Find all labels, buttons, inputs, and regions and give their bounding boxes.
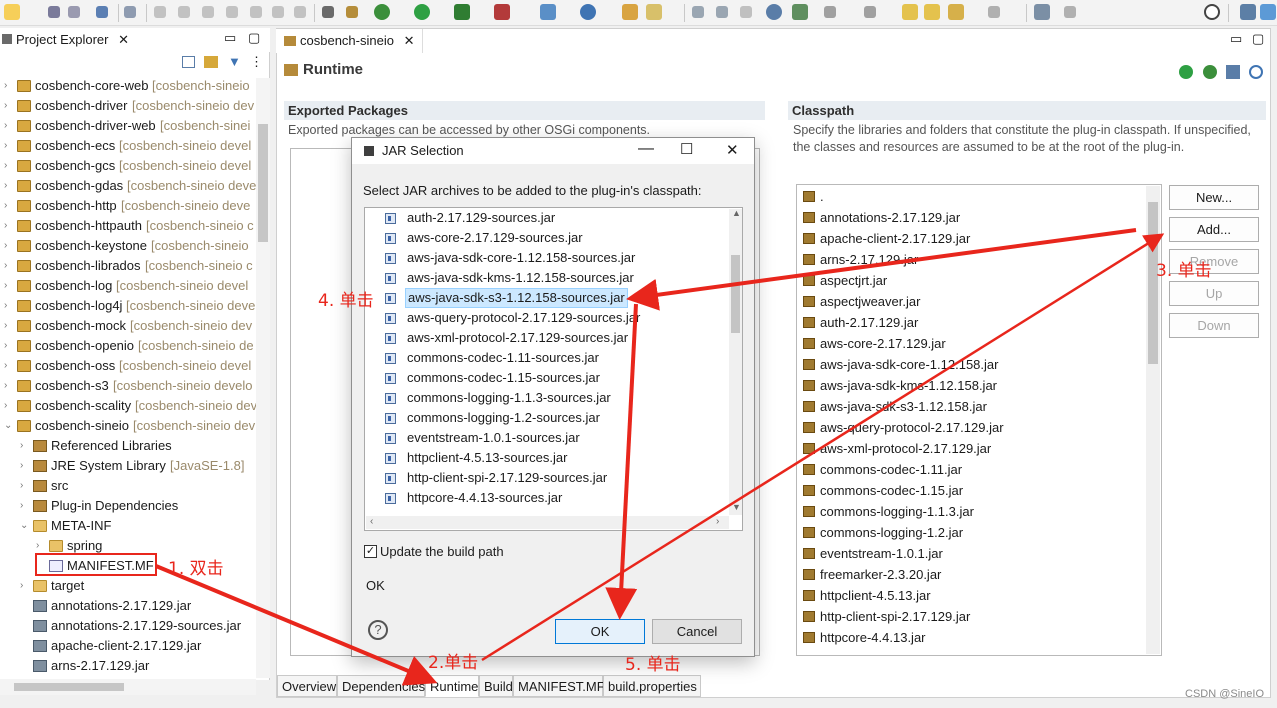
- annotation-step-1: 1. 双击: [168, 559, 224, 579]
- annotation-arrows: [155, 228, 1165, 686]
- annotation-step-4: 4. 单击: [318, 291, 374, 311]
- arrow-runtime-to-add-button: [481, 233, 1165, 662]
- arrow-manifest-to-runtime-tab: [155, 564, 438, 686]
- annotation-step-3: 3. 单击: [1156, 261, 1212, 281]
- arrow-add-to-jar-item: [626, 228, 1137, 311]
- annotation-step-2: 2.单击: [428, 653, 479, 673]
- watermark: CSDN @SineIO: [1185, 688, 1265, 700]
- annotation-step-5: 5. 单击: [625, 655, 681, 675]
